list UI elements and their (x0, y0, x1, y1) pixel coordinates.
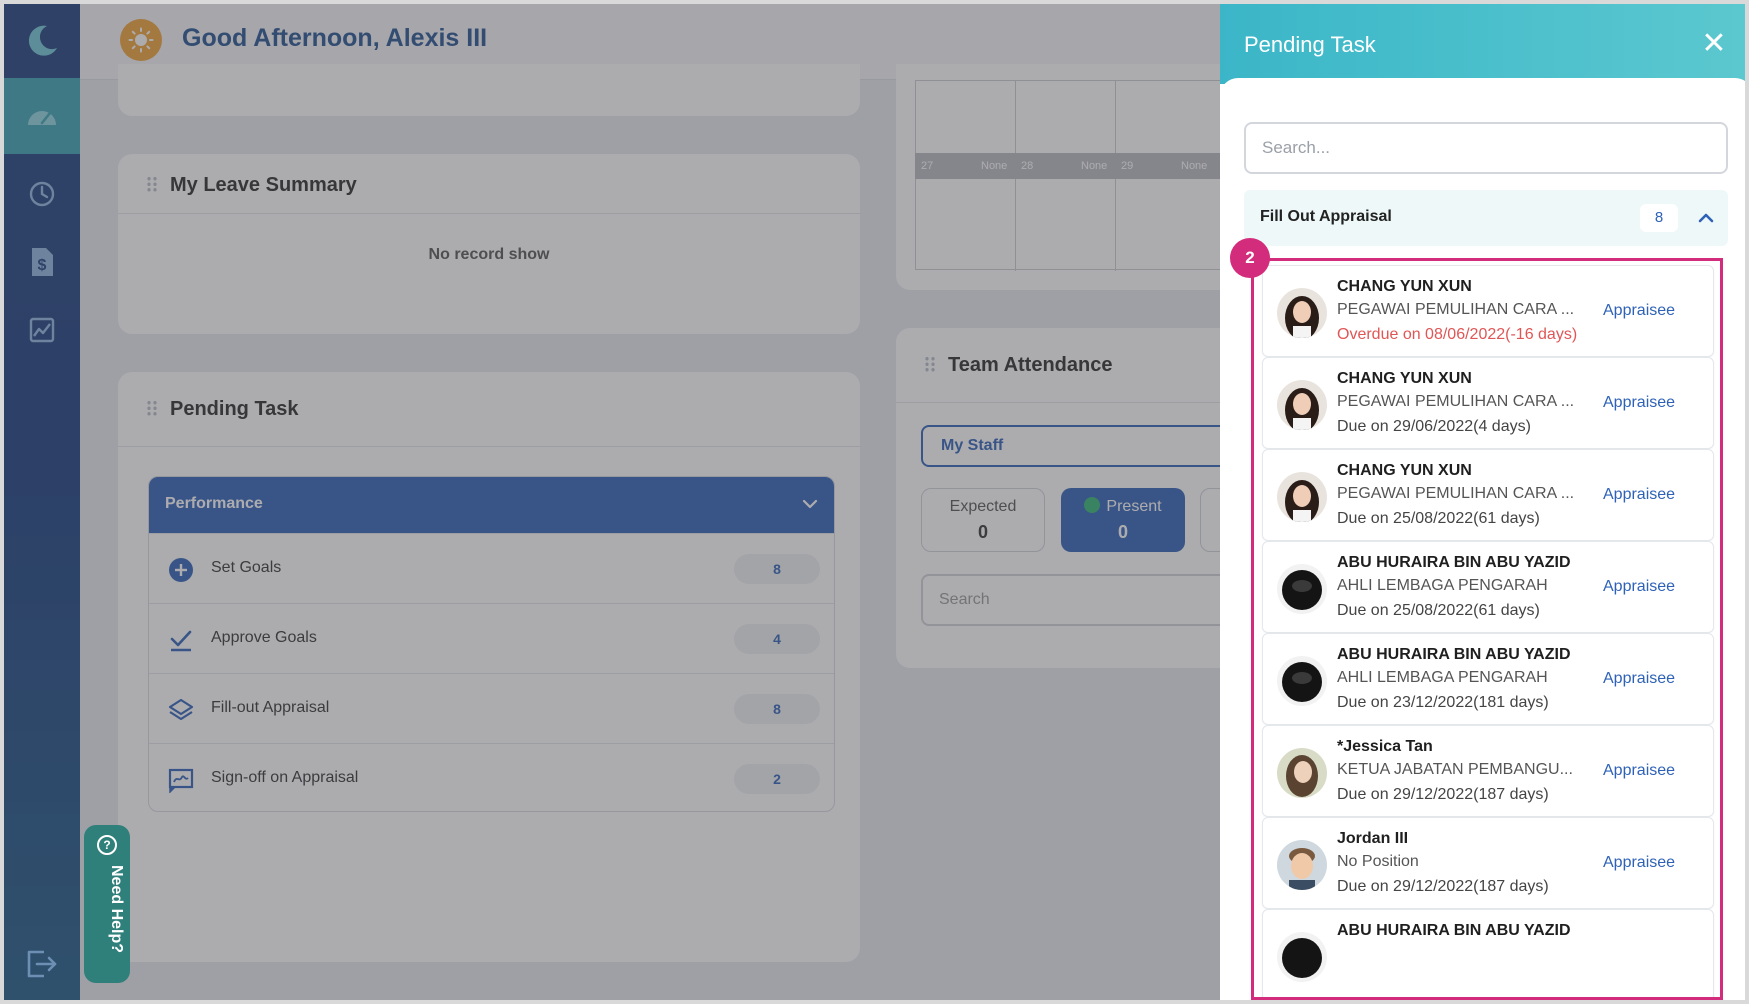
task-card[interactable]: CHANG YUN XUN PEGAWAI PEMULIHAN CARA ...… (1262, 265, 1714, 357)
task-card[interactable]: ABU HURAIRA BIN ABU YAZID AHLI LEMBAGA P… (1262, 633, 1714, 725)
section-count-badge: 8 (1640, 204, 1678, 232)
task-card[interactable]: *Jessica Tan KETUA JABATAN PEMBANGU... D… (1262, 725, 1714, 817)
drawer-header: Pending Task ✕ (1220, 4, 1745, 84)
avatar (1277, 840, 1327, 890)
employee-name: Jordan III (1337, 830, 1409, 847)
task-card[interactable]: CHANG YUN XUN PEGAWAI PEMULIHAN CARA ...… (1262, 449, 1714, 541)
task-card[interactable]: CHANG YUN XUN PEGAWAI PEMULIHAN CARA ...… (1262, 357, 1714, 449)
avatar (1277, 472, 1327, 522)
employee-name: *Jessica Tan (1337, 738, 1433, 755)
due-date-text: Due on 29/12/2022(187 days) (1337, 786, 1549, 803)
employee-position: PEGAWAI PEMULIHAN CARA ... (1337, 301, 1575, 318)
employee-name: ABU HURAIRA BIN ABU YAZID (1337, 922, 1571, 939)
task-card[interactable]: ABU HURAIRA BIN ABU YAZID AHLI LEMBAGA P… (1262, 541, 1714, 633)
appraisee-link[interactable]: Appraisee (1603, 762, 1675, 780)
employee-name: ABU HURAIRA BIN ABU YAZID (1337, 646, 1571, 663)
employee-position: AHLI LEMBAGA PENGARAH (1337, 669, 1548, 686)
employee-position: PEGAWAI PEMULIHAN CARA ... (1337, 393, 1575, 410)
appraisee-link[interactable]: Appraisee (1603, 302, 1675, 320)
chevron-up-icon[interactable] (1692, 204, 1720, 232)
appraisee-link[interactable]: Appraisee (1603, 394, 1675, 412)
employee-name: CHANG YUN XUN (1337, 278, 1472, 295)
avatar (1277, 288, 1327, 338)
fill-out-appraisal-section-header[interactable]: Fill Out Appraisal 8 (1244, 190, 1728, 246)
due-date-text: Due on 25/08/2022(61 days) (1337, 602, 1540, 619)
avatar (1277, 656, 1327, 706)
drawer-search-input[interactable] (1244, 122, 1728, 174)
due-date-text: Due on 29/12/2022(187 days) (1337, 878, 1549, 895)
appraisee-link[interactable]: Appraisee (1603, 578, 1675, 596)
employee-position: PEGAWAI PEMULIHAN CARA ... (1337, 485, 1575, 502)
modal-backdrop[interactable] (4, 4, 1220, 1000)
drawer-title: Pending Task (1244, 32, 1376, 57)
due-date-text: Overdue on 08/06/2022(-16 days) (1337, 326, 1578, 343)
app-window: Good Afternoon, Alexis III My Leave Summ… (0, 0, 1749, 1004)
step-badge: 2 (1230, 238, 1270, 278)
employee-name: ABU HURAIRA BIN ABU YAZID (1337, 554, 1571, 571)
help-icon: ? (97, 835, 117, 855)
due-date-text: Due on 23/12/2022(181 days) (1337, 694, 1549, 711)
appraisee-link[interactable]: Appraisee (1603, 854, 1675, 872)
logout-icon[interactable] (24, 948, 60, 980)
appraisee-link[interactable]: Appraisee (1603, 670, 1675, 688)
task-card[interactable]: ABU HURAIRA BIN ABU YAZID (1262, 909, 1714, 997)
drawer-body: Fill Out Appraisal 8 CHANG YUN XUN PEGAW… (1220, 78, 1745, 1000)
avatar (1277, 932, 1327, 982)
employee-name: CHANG YUN XUN (1337, 462, 1472, 479)
avatar (1277, 380, 1327, 430)
section-label: Fill Out Appraisal (1260, 208, 1392, 225)
appraisee-link[interactable]: Appraisee (1603, 486, 1675, 504)
employee-position: AHLI LEMBAGA PENGARAH (1337, 577, 1548, 594)
employee-position: KETUA JABATAN PEMBANGU... (1337, 761, 1573, 778)
avatar (1277, 748, 1327, 798)
need-help-label: Need Help? (108, 865, 125, 954)
avatar (1277, 564, 1327, 614)
pending-task-drawer: Pending Task ✕ Fill Out Appraisal 8 CHAN… (1220, 4, 1745, 1000)
close-icon[interactable]: ✕ (1696, 26, 1732, 62)
task-card[interactable]: Jordan III No Position Due on 29/12/2022… (1262, 817, 1714, 909)
employee-name: CHANG YUN XUN (1337, 370, 1472, 387)
employee-position: No Position (1337, 853, 1419, 870)
highlighted-task-list: CHANG YUN XUN PEGAWAI PEMULIHAN CARA ...… (1251, 258, 1723, 1000)
due-date-text: Due on 25/08/2022(61 days) (1337, 510, 1540, 527)
due-date-text: Due on 29/06/2022(4 days) (1337, 418, 1531, 435)
need-help-button[interactable]: ? Need Help? (84, 825, 130, 983)
